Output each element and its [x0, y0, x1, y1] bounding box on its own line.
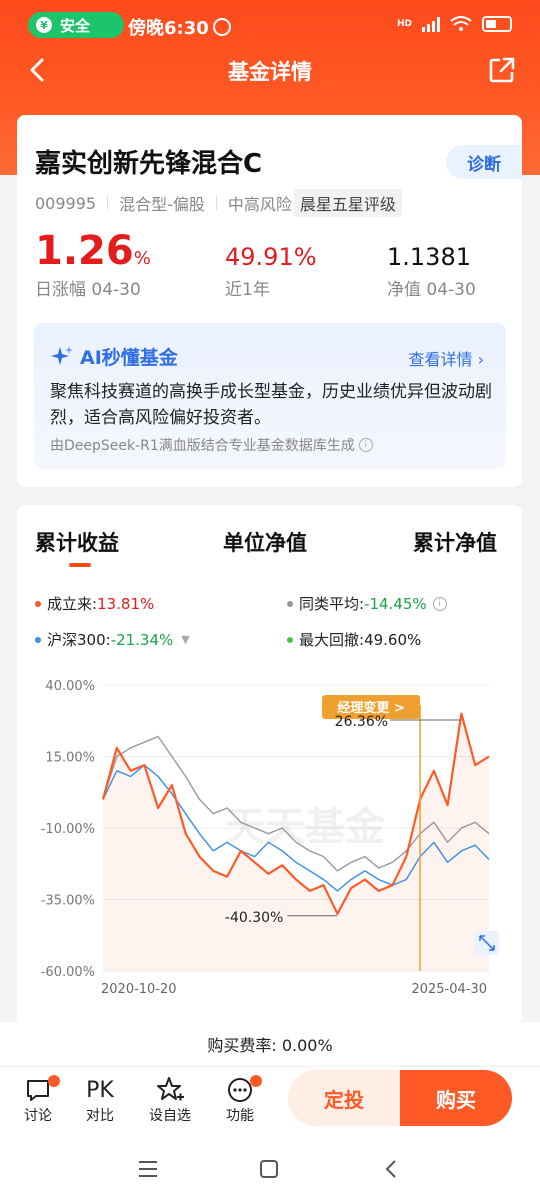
- y-tick-label: 40.00%: [45, 679, 95, 694]
- fund-name: 嘉实创新先锋混合C: [35, 149, 263, 179]
- compare-button[interactable]: PK 对比: [72, 1075, 128, 1125]
- x-tick-label: 2025-04-30: [411, 982, 487, 997]
- functions-label: 功能: [226, 1108, 254, 1124]
- auto-invest-button[interactable]: 定投: [288, 1070, 400, 1126]
- y-tick-label: -60.00%: [41, 965, 95, 980]
- ai-note-text: 由DeepSeek-R1满血版结合专业基金数据库生成: [50, 438, 355, 454]
- watchlist-button[interactable]: 设自选: [142, 1075, 198, 1125]
- fund-code: 009995: [35, 193, 97, 213]
- y-tick-label: 15.00%: [45, 751, 95, 766]
- tag-divider: [107, 196, 109, 210]
- year-return-metric: 49.91% 近1年: [225, 231, 317, 300]
- notification-dot: [48, 1075, 60, 1087]
- time-text: 傍晚6:30: [128, 18, 209, 39]
- nav-metric: 1.1381 净值 04-30: [387, 231, 476, 300]
- nav-bar: 基金详情: [0, 48, 540, 92]
- tag-divider: [215, 196, 217, 210]
- menu-icon[interactable]: [136, 1158, 160, 1180]
- status-time: 傍晚6:30: [128, 14, 231, 40]
- daily-change-value: 1.26: [35, 228, 134, 274]
- y-tick-label: -35.00%: [41, 894, 95, 909]
- fee-value: 0.00%: [281, 1036, 333, 1055]
- sparkle-icon: [51, 345, 73, 365]
- ai-summary-box[interactable]: AI秒懂基金 查看详情 › 聚焦科技赛道的高换手成长型基金，历史业绩优异但波动剧…: [34, 323, 506, 469]
- watchlist-label: 设自选: [149, 1108, 191, 1124]
- daily-change-label: 日涨幅 04-30: [35, 280, 141, 300]
- daily-change-unit: %: [133, 248, 151, 269]
- functions-button[interactable]: 功能: [212, 1075, 268, 1125]
- chevron-right-icon: ›: [477, 350, 484, 369]
- year-return-label: 近1年: [225, 280, 270, 300]
- signal-icon: [422, 16, 440, 32]
- y-tick-label: -10.00%: [41, 822, 95, 837]
- shield-icon: ¥: [36, 17, 52, 33]
- x-tick-label: 2020-10-20: [101, 982, 177, 997]
- back-icon[interactable]: [380, 1158, 402, 1180]
- alarm-icon: [212, 18, 231, 36]
- info-icon[interactable]: i: [358, 438, 373, 452]
- chart-card: 累计收益 单位净值 累计净值 成立来: 13.81% 同类平均: -14.45%…: [17, 505, 522, 1025]
- ai-source-note: 由DeepSeek-R1满血版结合专业基金数据库生成 i: [50, 435, 373, 455]
- watermark: 天天基金: [225, 804, 386, 850]
- peak-label: 26.36%: [335, 714, 388, 730]
- ai-summary-text: 聚焦科技赛道的高换手成长型基金，历史业绩优异但波动剧烈，适合高风险偏好投资者。: [50, 382, 492, 428]
- trough-label: -40.30%: [225, 910, 283, 926]
- fund-metrics: 1.26% 日涨幅 04-30 49.91% 近1年 1.1381 净值 04-…: [35, 231, 505, 301]
- compare-label: 对比: [86, 1108, 114, 1124]
- year-return-value: 49.91%: [225, 243, 317, 271]
- pk-icon: PK: [86, 1077, 114, 1103]
- discuss-label: 讨论: [24, 1108, 52, 1124]
- status-bar: ¥ 安全 傍晚6:30 HD: [0, 10, 540, 42]
- safe-label: 安全: [60, 16, 91, 35]
- system-icons: HD: [397, 16, 512, 32]
- system-nav-bar: [0, 1140, 540, 1200]
- bottom-action-bar: 购买费率: 0.00% 讨论 PK 对比 设自选 功能 定投 购买: [0, 1022, 540, 1140]
- page-title: 基金详情: [228, 60, 312, 84]
- fund-type: 混合型-偏股: [119, 195, 205, 214]
- discuss-button[interactable]: 讨论: [10, 1075, 66, 1125]
- ai-details-link[interactable]: 查看详情 ›: [408, 346, 484, 370]
- home-icon[interactable]: [258, 1158, 280, 1180]
- buy-button[interactable]: 购买: [400, 1070, 512, 1126]
- fund-risk: 中高风险: [227, 195, 292, 214]
- fee-label: 购买费率:: [207, 1036, 277, 1055]
- fund-info-card: 嘉实创新先锋混合C 诊断 009995 混合型-偏股 中高风险 晨星五星评级 1…: [17, 115, 522, 487]
- safe-badge[interactable]: ¥ 安全: [28, 12, 124, 38]
- star-plus-icon: [157, 1077, 184, 1101]
- diagnose-button[interactable]: 诊断: [446, 145, 522, 179]
- ai-title-text: AI秒懂基金: [80, 347, 178, 369]
- ai-link-text: 查看详情: [408, 350, 473, 369]
- fund-tags: 009995 混合型-偏股 中高风险 晨星五星评级: [35, 189, 402, 217]
- wifi-icon: [450, 16, 472, 31]
- notification-dot: [250, 1075, 262, 1087]
- hd-label: HD: [396, 19, 412, 29]
- fund-rating-badge: 晨星五星评级: [293, 189, 402, 217]
- daily-change-metric: 1.26% 日涨幅 04-30: [35, 231, 151, 300]
- share-icon[interactable]: [486, 54, 518, 86]
- return-chart[interactable]: 40.00%15.00%-10.00%-35.00%-60.00%天天基金经理变…: [17, 505, 522, 1025]
- purchase-fee: 购买费率: 0.00%: [0, 1032, 540, 1056]
- nav-value: 1.1381: [387, 243, 471, 271]
- ai-title: AI秒懂基金: [50, 343, 178, 370]
- nav-label: 净值 04-30: [387, 280, 476, 300]
- battery-icon: [482, 16, 512, 32]
